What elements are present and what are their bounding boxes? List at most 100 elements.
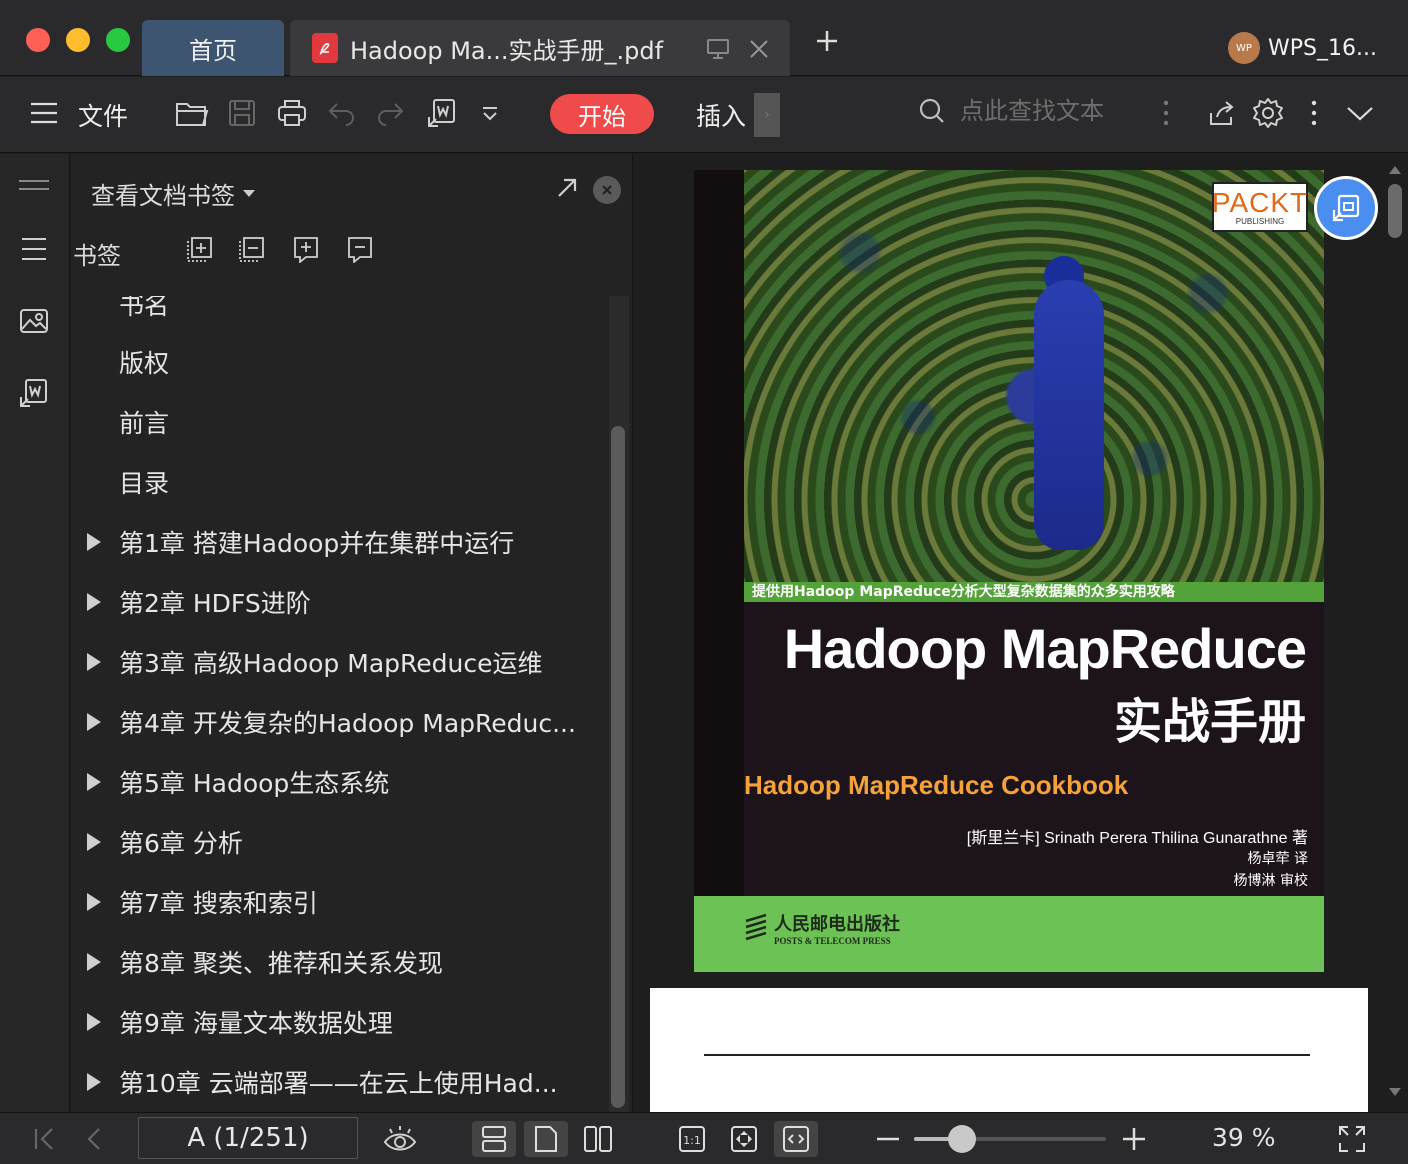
page-2-rule xyxy=(704,1054,1310,1056)
bookmark-item[interactable]: 第3章 高级Hadoop MapReduce运维 xyxy=(71,632,601,692)
bookmark-item[interactable]: 前言 xyxy=(71,392,601,452)
fullscreen-icon[interactable] xyxy=(1334,1121,1370,1157)
monitor-icon[interactable] xyxy=(706,38,730,60)
convert-to-word-icon[interactable] xyxy=(424,95,460,131)
maximize-window-button[interactable] xyxy=(106,28,130,52)
fit-page-icon[interactable] xyxy=(726,1121,762,1157)
bookmark-item[interactable]: 第5章 Hadoop生态系统 xyxy=(71,752,601,812)
expand-arrow-icon[interactable] xyxy=(87,593,101,611)
fit-width-icon[interactable] xyxy=(774,1121,818,1157)
print-icon[interactable] xyxy=(274,95,310,131)
cover-title-en: Hadoop MapReduce xyxy=(783,617,1307,680)
new-tab-button[interactable] xyxy=(814,28,840,54)
vertical-ellipsis-icon[interactable] xyxy=(1148,95,1184,131)
delete-bookmark-icon[interactable] xyxy=(345,234,375,264)
bookmark-panel-title: 查看文档书签 xyxy=(91,182,235,210)
first-page-icon[interactable] xyxy=(26,1121,62,1157)
save-icon[interactable] xyxy=(224,95,260,131)
bookmark-item[interactable]: 第10章 云端部署——在云上使用Had... xyxy=(71,1052,601,1112)
expand-arrow-icon[interactable] xyxy=(87,1073,101,1091)
search-input[interactable] xyxy=(960,97,1160,125)
scroll-up-icon[interactable] xyxy=(1389,166,1401,174)
zoom-in-icon[interactable] xyxy=(1116,1121,1152,1157)
tab-start-button[interactable]: 开始 xyxy=(550,94,654,134)
tab-home[interactable]: 首页 xyxy=(142,20,284,76)
bookmark-item[interactable]: 书名 xyxy=(71,296,601,334)
expand-all-bookmarks-icon[interactable] xyxy=(185,234,215,264)
expand-arrow-icon[interactable] xyxy=(87,833,101,851)
zoom-level[interactable]: 39 % xyxy=(1212,1123,1276,1152)
collapse-panel-icon[interactable] xyxy=(17,168,51,202)
cover-publisher-band: 人民邮电出版社 POSTS & TELECOM PRESS xyxy=(694,896,1324,972)
bookmark-item[interactable]: 第2章 HDFS进阶 xyxy=(71,572,601,632)
open-folder-icon[interactable] xyxy=(174,95,210,131)
bookmark-item[interactable]: 目录 xyxy=(71,452,601,512)
convert-icon xyxy=(1332,194,1360,222)
minimize-window-button[interactable] xyxy=(66,28,90,52)
single-page-view-icon[interactable] xyxy=(524,1121,568,1157)
close-panel-button[interactable] xyxy=(593,176,621,204)
page-number-field[interactable]: A (1/251) xyxy=(138,1117,358,1159)
bookmark-item[interactable]: 第6章 分析 xyxy=(71,812,601,872)
pdf-to-word-icon[interactable] xyxy=(17,376,51,410)
two-page-view-icon[interactable] xyxy=(578,1121,618,1157)
continuous-view-icon[interactable] xyxy=(472,1121,516,1157)
zoom-slider-handle[interactable] xyxy=(948,1125,976,1153)
share-icon[interactable] xyxy=(1204,95,1240,131)
outline-list-icon[interactable] xyxy=(17,232,51,266)
bookmark-item[interactable]: 第8章 聚类、推荐和关系发现 xyxy=(71,932,601,992)
collapse-ribbon-icon[interactable] xyxy=(1342,95,1378,131)
document-viewer[interactable]: PACKT PUBLISHING 提供用Hadoop MapReduce分析大型… xyxy=(634,154,1408,1112)
floating-convert-button[interactable] xyxy=(1314,176,1378,240)
ribbon-scroll-right-icon[interactable]: › xyxy=(754,93,780,137)
bookmark-item-label: 第6章 分析 xyxy=(119,829,243,858)
bookmark-item-label: 第5章 Hadoop生态系统 xyxy=(119,769,390,798)
zoom-out-icon[interactable] xyxy=(870,1121,906,1157)
expand-arrow-icon[interactable] xyxy=(87,533,101,551)
more-dropdown-icon[interactable] xyxy=(472,95,508,131)
bookmark-item[interactable]: 第9章 海量文本数据处理 xyxy=(71,992,601,1052)
add-bookmark-icon[interactable] xyxy=(291,234,321,264)
redo-icon[interactable] xyxy=(372,95,408,131)
expand-arrow-icon[interactable] xyxy=(87,653,101,671)
previous-page-icon[interactable] xyxy=(76,1121,112,1157)
search-icon xyxy=(919,98,944,123)
thumbnail-image-icon[interactable] xyxy=(17,304,51,338)
bookmark-scrollbar-thumb[interactable] xyxy=(611,426,625,1108)
settings-gear-icon[interactable] xyxy=(1250,95,1286,131)
account-menu[interactable]: WP WPS_16... xyxy=(1228,32,1377,64)
expand-arrow-icon[interactable] xyxy=(87,1013,101,1031)
bookmark-panel: 查看文档书签 书签 书名 版权 前言 目录 第1章 搭建Hadoop并在集群中运… xyxy=(71,154,633,1112)
document-scrollbar[interactable] xyxy=(1384,154,1408,1112)
expand-arrow-icon[interactable] xyxy=(87,773,101,791)
expand-arrow-icon[interactable] xyxy=(87,893,101,911)
avatar: WP xyxy=(1228,32,1260,64)
close-window-button[interactable] xyxy=(26,28,50,52)
bookmark-item[interactable]: 第4章 开发复杂的Hadoop MapReduc... xyxy=(71,692,601,752)
close-tab-icon[interactable] xyxy=(748,38,770,60)
pdf-file-icon xyxy=(312,33,338,63)
eye-protection-icon[interactable] xyxy=(380,1121,420,1157)
tab-insert-button[interactable]: 插入 xyxy=(696,97,746,133)
document-scrollbar-thumb[interactable] xyxy=(1388,184,1402,238)
search-box[interactable] xyxy=(918,97,1160,125)
publisher-name-en: POSTS & TELECOM PRESS xyxy=(774,936,891,946)
undock-panel-icon[interactable] xyxy=(555,176,579,200)
actual-size-icon[interactable]: 1:1 xyxy=(674,1121,710,1157)
expand-arrow-icon[interactable] xyxy=(87,713,101,731)
title-bar: 首页 Hadoop Ma...实战手册_.pdf WP WPS_16... xyxy=(0,0,1408,76)
expand-arrow-icon[interactable] xyxy=(87,953,101,971)
more-options-icon[interactable] xyxy=(1296,95,1332,131)
bookmark-item[interactable]: 版权 xyxy=(71,332,601,392)
file-menu[interactable]: 文件 xyxy=(78,97,128,133)
tab-document[interactable]: Hadoop Ma...实战手册_.pdf xyxy=(290,20,790,76)
undo-icon[interactable] xyxy=(324,95,360,131)
hamburger-menu-icon[interactable] xyxy=(26,95,62,131)
scroll-down-icon[interactable] xyxy=(1389,1088,1401,1096)
bookmark-panel-dropdown[interactable]: 查看文档书签 xyxy=(91,176,255,211)
collapse-all-bookmarks-icon[interactable] xyxy=(237,234,267,264)
bookmark-item-label: 第1章 搭建Hadoop并在集群中运行 xyxy=(119,529,515,558)
main-toolbar: 文件 开始 插入 › xyxy=(0,77,1408,153)
bookmark-item[interactable]: 第7章 搜索和索引 xyxy=(71,872,601,932)
bookmark-item[interactable]: 第1章 搭建Hadoop并在集群中运行 xyxy=(71,512,601,572)
